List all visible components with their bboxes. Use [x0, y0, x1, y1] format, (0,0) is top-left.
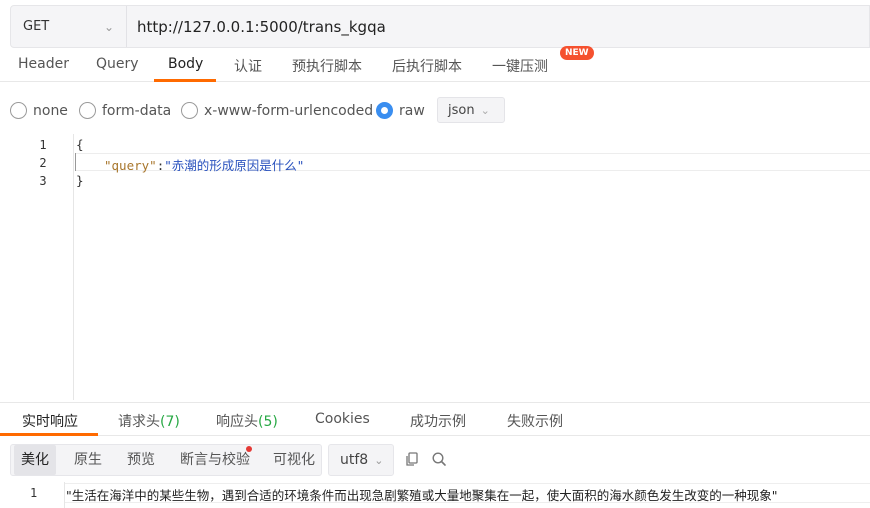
- copy-icon[interactable]: [404, 451, 420, 467]
- tab-post-script[interactable]: 后执行脚本: [392, 56, 462, 76]
- tab-stress-test[interactable]: 一键压测: [492, 56, 548, 76]
- chevron-down-icon: ⌄: [103, 19, 114, 34]
- code-line-3: }: [76, 173, 84, 188]
- radio-form-data[interactable]: form-data: [79, 102, 171, 119]
- new-badge: NEW: [560, 46, 594, 60]
- view-raw-button[interactable]: 原生: [74, 445, 102, 475]
- tab-cookies[interactable]: Cookies: [315, 411, 370, 427]
- tab-realtime-response[interactable]: 实时响应: [22, 411, 78, 431]
- response-view-group: 美化 原生 预览 断言与校验 可视化: [10, 444, 322, 476]
- response-tabs: 实时响应 请求头(7) 响应头(5) Cookies 成功示例 失败示例: [0, 402, 870, 436]
- cursor-indicator: [75, 153, 76, 171]
- tab-response-headers[interactable]: 响应头(5): [216, 411, 278, 431]
- tab-query[interactable]: Query: [96, 56, 139, 72]
- tab-pre-script[interactable]: 预执行脚本: [292, 56, 362, 76]
- tab-header[interactable]: Header: [18, 56, 69, 72]
- tab-request-headers[interactable]: 请求头(7): [118, 411, 180, 431]
- view-preview-button[interactable]: 预览: [127, 445, 155, 475]
- radio-circle-icon: [10, 102, 27, 119]
- tab-fail-example[interactable]: 失败示例: [507, 411, 563, 431]
- method-select[interactable]: GET ⌄: [11, 6, 127, 47]
- body-type-options: none form-data x-www-form-urlencoded raw: [0, 96, 870, 126]
- view-assert-button[interactable]: 断言与校验: [180, 445, 250, 475]
- line-number: 2: [39, 156, 47, 170]
- tab-request-headers-label: 请求头: [118, 414, 160, 430]
- tab-response-headers-label: 响应头: [216, 414, 258, 430]
- radio-urlencoded-label: x-www-form-urlencoded: [204, 102, 374, 119]
- radio-none[interactable]: none: [10, 102, 68, 119]
- radio-circle-icon: [79, 102, 96, 119]
- body-editor[interactable]: 1 2 3 { "query":"赤潮的形成原因是什么" }: [0, 134, 870, 400]
- code-line-1: {: [76, 137, 84, 152]
- tab-body[interactable]: Body: [168, 56, 203, 72]
- tab-success-example[interactable]: 成功示例: [410, 411, 466, 431]
- encoding-select[interactable]: utf8 ⌄: [328, 444, 394, 476]
- radio-circle-icon: [181, 102, 198, 119]
- active-tab-indicator: [0, 433, 98, 436]
- line-number: 1: [39, 138, 47, 152]
- url-bar: GET ⌄ http://127.0.0.1:5000/trans_kgqa: [10, 5, 870, 48]
- encoding-label: utf8: [340, 452, 369, 468]
- json-value: "赤潮的形成原因是什么": [164, 158, 305, 173]
- method-label: GET: [23, 19, 50, 34]
- request-tabs: Header Query Body 认证 预执行脚本 后执行脚本 一键压测: [0, 50, 870, 82]
- editor-gutter: 1 2 3: [0, 134, 74, 400]
- chevron-down-icon: ⌄: [374, 453, 384, 467]
- json-key: "query": [104, 158, 157, 173]
- request-headers-count: (7): [160, 414, 180, 430]
- response-headers-count: (5): [258, 414, 278, 430]
- response-line-number: 1: [30, 486, 38, 500]
- radio-form-data-label: form-data: [102, 102, 172, 119]
- chevron-down-icon: ⌄: [480, 103, 490, 117]
- tab-auth[interactable]: 认证: [234, 56, 262, 76]
- notification-dot: [246, 446, 252, 452]
- view-beautify-button[interactable]: 美化: [14, 445, 56, 475]
- search-icon[interactable]: [431, 451, 447, 467]
- format-select[interactable]: json ⌄: [437, 97, 505, 123]
- radio-urlencoded[interactable]: x-www-form-urlencoded: [181, 102, 373, 119]
- view-visualize-button[interactable]: 可视化: [273, 445, 315, 475]
- radio-checked-icon: [376, 102, 393, 119]
- radio-none-label: none: [33, 102, 68, 119]
- line-number: 3: [39, 174, 47, 188]
- code-line-2: "query":"赤潮的形成原因是什么": [104, 155, 304, 174]
- url-input[interactable]: http://127.0.0.1:5000/trans_kgqa: [127, 18, 386, 36]
- radio-raw[interactable]: raw: [376, 102, 425, 119]
- radio-raw-label: raw: [399, 102, 425, 119]
- active-tab-indicator: [154, 79, 216, 82]
- format-label: json: [448, 102, 475, 118]
- response-body-text: "生活在海洋中的某些生物，遇到合适的环境条件而出现急剧繁殖或大量地聚集在一起，使…: [66, 488, 778, 503]
